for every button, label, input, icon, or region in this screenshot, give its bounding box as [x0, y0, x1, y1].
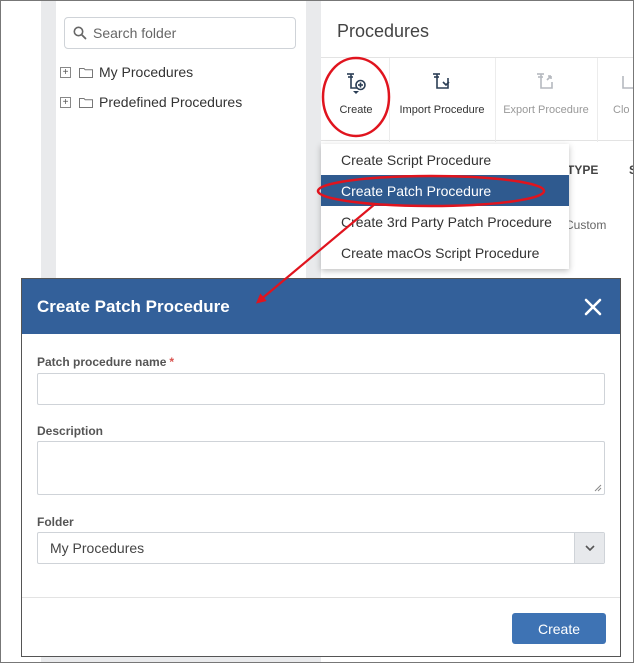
patch-name-label: Patch procedure name * [37, 355, 174, 369]
create-dropdown-menu: Create Script Procedure Create Patch Pro… [321, 144, 569, 269]
toolbar-separator [495, 58, 496, 142]
menu-item-create-macos-script-procedure[interactable]: Create macOs Script Procedure [321, 237, 569, 268]
export-label: Export Procedure [503, 104, 589, 116]
folder-icon [79, 97, 93, 108]
import-label: Import Procedure [399, 104, 485, 116]
search-icon [73, 26, 87, 40]
dialog-header: Create Patch Procedure [22, 279, 620, 334]
import-procedure-icon [433, 73, 450, 89]
row-type-cell: Custom [565, 218, 607, 232]
column-header-type[interactable]: TYPE [567, 163, 598, 177]
create-button[interactable]: Create [335, 58, 377, 142]
export-procedure-button[interactable]: Export Procedure [501, 58, 591, 142]
menu-item-create-script-procedure[interactable]: Create Script Procedure [321, 144, 569, 175]
menu-item-create-patch-procedure[interactable]: Create Patch Procedure [321, 175, 569, 206]
patch-name-label-text: Patch procedure name [37, 355, 167, 369]
clone-procedure-icon [622, 76, 633, 89]
close-icon[interactable] [582, 296, 604, 318]
folder-select[interactable]: My Procedures [37, 532, 605, 564]
tree-item-label: My Procedures [99, 64, 194, 80]
export-procedure-icon [537, 73, 553, 89]
page-title: Procedures [337, 21, 430, 41]
screenshot-frame: Search folder + My Procedures + Predefin… [0, 0, 634, 663]
create-patch-procedure-dialog: Create Patch Procedure Patch procedure n… [21, 278, 621, 657]
patch-procedure-name-input[interactable] [37, 373, 605, 405]
tree-item-label: Predefined Procedures [99, 94, 243, 110]
create-submit-button[interactable]: Create [512, 613, 606, 644]
expand-icon[interactable]: + [60, 96, 71, 108]
tree-item-predefined-procedures[interactable]: + Predefined Procedures [60, 92, 242, 112]
folder-select-toggle[interactable] [574, 533, 604, 563]
clone-procedure-button[interactable]: Clo [613, 58, 633, 142]
chevron-down-icon [584, 545, 595, 551]
column-header-next[interactable]: S [629, 163, 633, 177]
folder-label: Folder [37, 515, 74, 529]
required-mark: * [169, 355, 175, 369]
clone-label: Clo [613, 104, 630, 116]
description-textarea[interactable] [37, 441, 605, 495]
menu-item-create-3rd-party-patch-procedure[interactable]: Create 3rd Party Patch Procedure [321, 206, 569, 237]
import-procedure-button[interactable]: Import Procedure [397, 58, 487, 142]
toolbar: Create Import Procedure Export Procedure… [321, 57, 633, 142]
create-procedure-icon [347, 73, 366, 94]
dialog-footer-divider [22, 597, 620, 598]
folder-panel-content: Search folder + My Procedures + Predefin… [56, 1, 306, 301]
toolbar-separator [389, 58, 390, 142]
tree-item-my-procedures[interactable]: + My Procedures [60, 62, 193, 82]
dialog-title: Create Patch Procedure [37, 296, 230, 316]
search-placeholder: Search folder [93, 25, 177, 41]
search-folder-input[interactable]: Search folder [64, 17, 296, 49]
folder-icon [79, 67, 93, 78]
resize-handle-icon[interactable] [594, 484, 602, 492]
description-label: Description [37, 424, 104, 438]
expand-icon[interactable]: + [60, 66, 71, 78]
create-label: Create [339, 104, 373, 116]
folder-select-value: My Procedures [50, 540, 145, 556]
toolbar-separator [597, 58, 598, 142]
